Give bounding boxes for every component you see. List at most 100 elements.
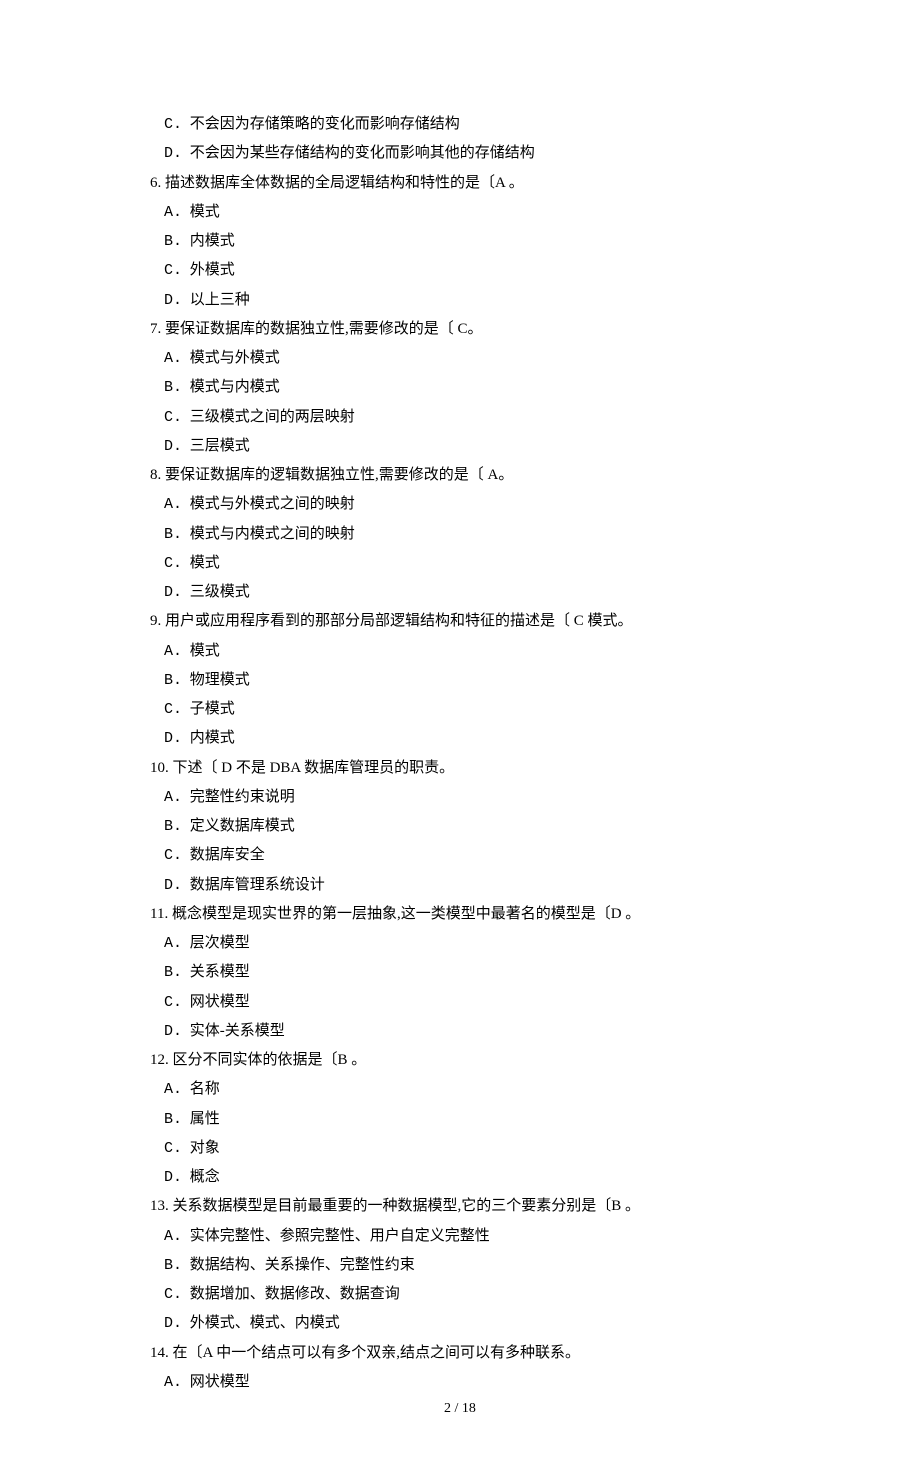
option-text: 网状模型 (186, 1374, 250, 1390)
option-line: A. 网状模型 (150, 1368, 770, 1397)
option-line: B. 定义数据库模式 (150, 812, 770, 841)
option-text: 子模式 (186, 701, 235, 717)
option-text: 数据库管理系统设计 (186, 877, 325, 893)
option-line: A. 完整性约束说明 (150, 783, 770, 812)
option-text: 模式与外模式 (186, 350, 280, 366)
option-text: 数据库安全 (186, 847, 265, 863)
option-text: 数据结构、关系操作、完整性约束 (186, 1257, 415, 1273)
option-label: D. (164, 578, 186, 607)
option-line: A. 模式 (150, 198, 770, 227)
option-label: A. (164, 637, 186, 666)
question-text: 下述〔 D 不是 DBA 数据库管理员的职责。 (169, 760, 454, 776)
option-line: C. 网状模型 (150, 988, 770, 1017)
option-label: C. (164, 549, 186, 578)
question-stem: 12. 区分不同实体的依据是〔B 。 (150, 1046, 770, 1075)
option-line: D. 以上三种 (150, 286, 770, 315)
option-text: 对象 (186, 1140, 220, 1156)
document-body: C. 不会因为存储策略的变化而影响存储结构D. 不会因为某些存储结构的变化而影响… (150, 110, 770, 1397)
option-line: A. 名称 (150, 1075, 770, 1104)
option-label: B. (164, 1251, 186, 1280)
option-label: C. (164, 403, 186, 432)
option-line: A. 模式与外模式之间的映射 (150, 490, 770, 519)
option-line: A. 模式与外模式 (150, 344, 770, 373)
option-label: D. (164, 1309, 186, 1338)
option-label: B. (164, 666, 186, 695)
option-label: A. (164, 1368, 186, 1397)
option-text: 三层模式 (186, 438, 250, 454)
question-stem: 8. 要保证数据库的逻辑数据独立性,需要修改的是〔 A。 (150, 461, 770, 490)
question-text: 要保证数据库的数据独立性,需要修改的是〔 C。 (161, 321, 482, 337)
option-text: 内模式 (186, 730, 235, 746)
option-label: D. (164, 139, 186, 168)
question-number: 10. (150, 760, 169, 776)
option-text: 模式 (186, 204, 220, 220)
option-text: 模式与外模式之间的映射 (186, 496, 355, 512)
option-label: A. (164, 1075, 186, 1104)
option-line: D. 内模式 (150, 724, 770, 753)
option-label: B. (164, 812, 186, 841)
question-stem: 7. 要保证数据库的数据独立性,需要修改的是〔 C。 (150, 315, 770, 344)
option-text: 模式 (186, 555, 220, 571)
question-number: 12. (150, 1052, 169, 1068)
option-label: D. (164, 1163, 186, 1192)
option-label: D. (164, 432, 186, 461)
option-text: 以上三种 (186, 292, 250, 308)
option-text: 不会因为某些存储结构的变化而影响其他的存储结构 (186, 145, 535, 161)
option-line: B. 模式与内模式之间的映射 (150, 520, 770, 549)
option-line: B. 关系模型 (150, 958, 770, 987)
question-number: 11. (150, 906, 168, 922)
page-footer: 2 / 18 (0, 1395, 920, 1422)
option-text: 网状模型 (186, 994, 250, 1010)
question-number: 6. (150, 175, 161, 191)
option-label: D. (164, 871, 186, 900)
option-text: 外模式、模式、内模式 (186, 1315, 340, 1331)
option-line: B. 属性 (150, 1105, 770, 1134)
question-number: 13. (150, 1198, 169, 1214)
question-text: 关系数据模型是目前最重要的一种数据模型,它的三个要素分别是〔B 。 (169, 1198, 640, 1214)
option-line: C. 数据库安全 (150, 841, 770, 870)
option-line: D. 外模式、模式、内模式 (150, 1309, 770, 1338)
question-number: 14. (150, 1345, 169, 1361)
option-line: C. 三级模式之间的两层映射 (150, 403, 770, 432)
option-label: B. (164, 227, 186, 256)
option-line: D. 三层模式 (150, 432, 770, 461)
option-line: C. 数据增加、数据修改、数据查询 (150, 1280, 770, 1309)
option-label: A. (164, 1222, 186, 1251)
question-stem: 9. 用户或应用程序看到的那部分局部逻辑结构和特征的描述是〔 C 模式。 (150, 607, 770, 636)
option-label: D. (164, 724, 186, 753)
option-text: 关系模型 (186, 964, 250, 980)
option-line: A. 层次模型 (150, 929, 770, 958)
option-label: C. (164, 695, 186, 724)
option-line: D. 数据库管理系统设计 (150, 871, 770, 900)
option-line: A. 实体完整性、参照完整性、用户自定义完整性 (150, 1222, 770, 1251)
option-line: B. 内模式 (150, 227, 770, 256)
option-text: 属性 (186, 1111, 220, 1127)
option-text: 模式与内模式之间的映射 (186, 526, 355, 542)
option-label: D. (164, 286, 186, 315)
option-label: C. (164, 110, 186, 139)
option-line: C. 模式 (150, 549, 770, 578)
question-text: 区分不同实体的依据是〔B 。 (169, 1052, 367, 1068)
option-line: C. 不会因为存储策略的变化而影响存储结构 (150, 110, 770, 139)
option-text: 内模式 (186, 233, 235, 249)
option-line: C. 子模式 (150, 695, 770, 724)
option-label: C. (164, 1134, 186, 1163)
question-stem: 11. 概念模型是现实世界的第一层抽象,这一类模型中最著名的模型是〔D 。 (150, 900, 770, 929)
option-line: D. 不会因为某些存储结构的变化而影响其他的存储结构 (150, 139, 770, 168)
question-text: 在〔A 中一个结点可以有多个双亲,结点之间可以有多种联系。 (169, 1345, 580, 1361)
option-label: B. (164, 958, 186, 987)
question-text: 概念模型是现实世界的第一层抽象,这一类模型中最著名的模型是〔D 。 (168, 906, 640, 922)
option-label: A. (164, 929, 186, 958)
option-label: B. (164, 373, 186, 402)
option-label: C. (164, 1280, 186, 1309)
option-label: C. (164, 256, 186, 285)
question-number: 7. (150, 321, 161, 337)
option-text: 名称 (186, 1081, 220, 1097)
option-line: B. 物理模式 (150, 666, 770, 695)
option-text: 层次模型 (186, 935, 250, 951)
option-line: D. 概念 (150, 1163, 770, 1192)
question-number: 8. (150, 467, 161, 483)
option-text: 数据增加、数据修改、数据查询 (186, 1286, 400, 1302)
option-label: A. (164, 344, 186, 373)
option-line: B. 数据结构、关系操作、完整性约束 (150, 1251, 770, 1280)
